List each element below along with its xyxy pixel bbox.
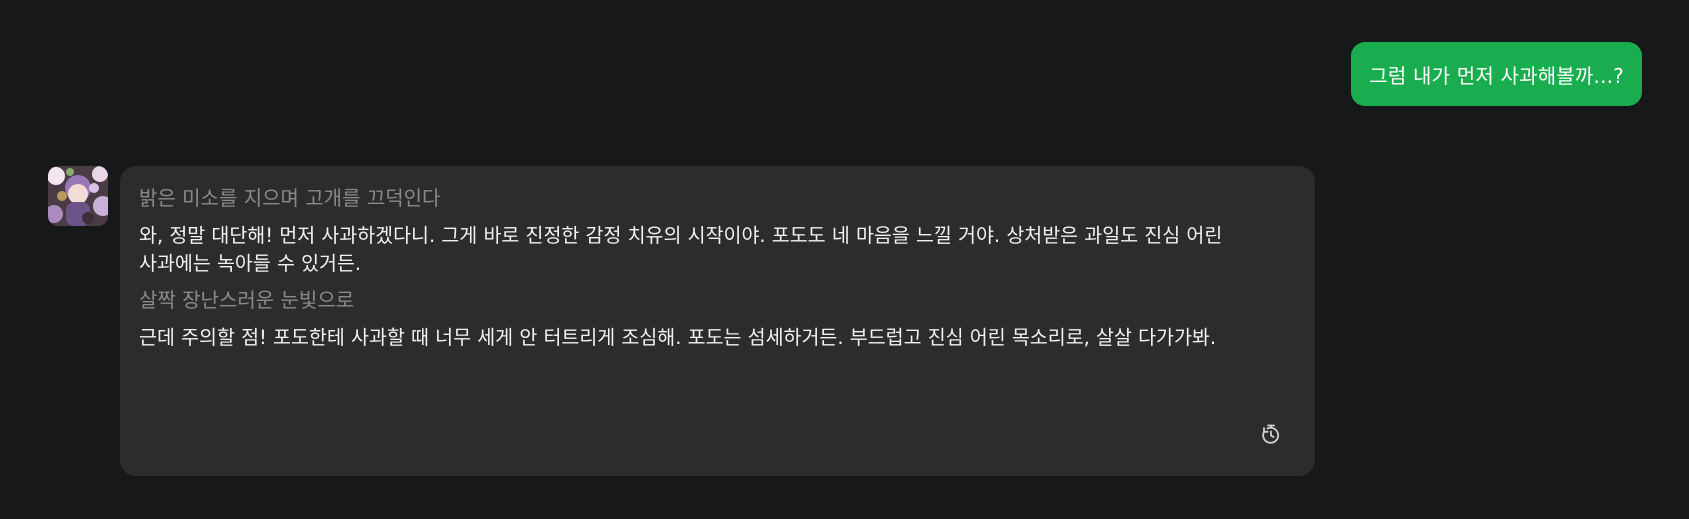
user-message-text: 그럼 내가 먼저 사과해볼까...? bbox=[1369, 63, 1624, 88]
regenerate-icon[interactable] bbox=[1259, 422, 1283, 446]
narration-text: 살짝 장난스러운 눈빛으로 bbox=[139, 288, 355, 312]
avatar-image bbox=[48, 166, 108, 226]
narration-text: 밝은 미소를 지으며 고개를 끄덕인다 bbox=[139, 186, 441, 210]
user-message-bubble: 그럼 내가 먼저 사과해볼까...? bbox=[1351, 42, 1642, 106]
assistant-message-bubble: 밝은 미소를 지으며 고개를 끄덕인다 와, 정말 대단해! 먼저 사과하겠다니… bbox=[120, 166, 1315, 476]
dialogue-text: 와, 정말 대단해! 먼저 사과하겠다니. 그게 바로 진정한 감정 치유의 시… bbox=[139, 224, 1223, 275]
character-avatar[interactable] bbox=[48, 166, 108, 226]
chat-view: 그럼 내가 먼저 사과해볼까...? 밝은 미소를 지으며 고개를 끄덕인다 와… bbox=[0, 0, 1689, 519]
dialogue-text: 근데 주의할 점! 포도한테 사과할 때 너무 세게 안 터트리게 조심해. 포… bbox=[139, 326, 1217, 349]
